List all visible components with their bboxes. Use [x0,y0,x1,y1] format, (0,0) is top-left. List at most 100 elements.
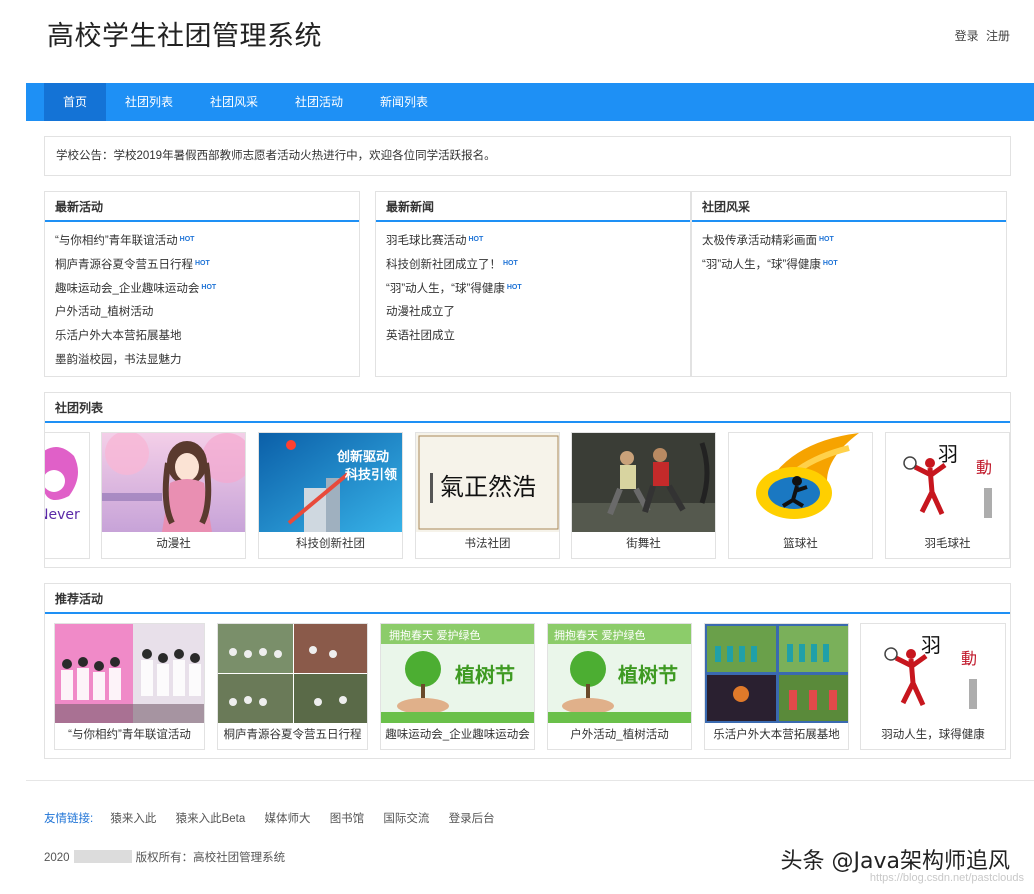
copyright: 2020 版权所有：高校社团管理系统 [44,849,285,865]
list-item[interactable]: “羽”动人生，“球”得健康 HOT [702,252,996,276]
list-item-text: “羽”动人生，“球”得健康 [386,283,505,295]
copyright-text: 版权所有：高校社团管理系统 [135,852,286,864]
copyright-year: 2020 [44,852,70,864]
hot-badge: HOT [201,284,217,291]
logo-text: Never [45,507,80,523]
club-style-panel: 社团风采 太极传承活动精彩画面 HOT “羽”动人生，“球”得健康 HOT [691,191,1007,377]
list-item-text: 太极传承活动精彩画面 [702,235,817,247]
club-card[interactable]: Never [45,432,90,559]
main-nav: 首页 社团列表 社团风采 社团活动 新闻列表 [26,83,1034,121]
hot-badge: HOT [506,284,522,291]
register-link[interactable]: 注册 [986,29,1010,43]
nav-item-club-activities[interactable]: 社团活动 [284,83,354,121]
friend-link[interactable]: 猿来入此Beta [176,813,246,825]
activity-name: 乐活户外大本营拓展基地 [713,729,840,741]
club-card[interactable]: 篮球社 [728,432,873,559]
club-name: 街舞社 [626,538,661,550]
list-item-text: 乐活户外大本营拓展基地 [55,330,182,342]
club-name [45,530,89,558]
activity-list: “与你相约”青年联谊活动 HOT 桐庐青源谷夏令营五日行程 HOT 趣味运动会_企业趣味… [45,222,359,378]
list-item-text: 趣味运动会_企业趣味运动会 [55,283,200,295]
login-link[interactable]: 登录 [955,29,979,43]
activity-thumb: 拥抱春天 爱护绿色 植树节 [548,624,691,723]
list-item[interactable]: 乐活户外大本营拓展基地 [55,324,349,348]
list-item[interactable]: 墨韵溢校园，书法显魅力 [55,348,349,372]
activity-thumb: 羽 動 [861,624,1005,723]
list-item[interactable]: 户外活动_植树活动 [55,300,349,324]
nav-item-club-style[interactable]: 社团风采 [199,83,269,121]
nav-item-club-list[interactable]: 社团列表 [114,83,184,121]
activity-card[interactable]: “与你相约”青年联谊活动 [54,623,205,750]
list-item[interactable]: “与你相约”青年联谊活动 HOT [55,228,349,252]
auth-links: 登录 注册 [951,27,1010,44]
watermark-text: 头条 @Java架构师追风 [780,849,1010,874]
hot-badge: HOT [503,260,518,267]
hot-badge: HOT [822,260,838,267]
club-thumb: 创新驱动 科技引领 [259,433,402,532]
activity-card[interactable]: 乐活户外大本营拓展基地 [704,623,849,750]
activity-thumb [218,624,367,723]
activity-name: 桐庐青源谷夏令营五日行程 [223,729,362,741]
club-name: 科技创新社团 [296,538,365,550]
friend-link[interactable]: 媒体师大 [264,813,310,825]
list-item-text: 羽毛球比赛活动 [386,235,467,247]
list-item-text: “羽”动人生，“球”得健康 [702,259,821,271]
nav-item-home[interactable]: 首页 [44,83,106,121]
hot-badge: HOT [195,260,210,267]
list-item-text: 英语社团成立 [386,330,455,342]
friend-link[interactable]: 图书馆 [330,813,365,825]
activity-card[interactable]: 桐庐青源谷夏令营五日行程 [217,623,368,750]
list-item[interactable]: “羽”动人生，“球”得健康 HOT [386,276,680,300]
list-item[interactable]: 英语社团成立 [386,324,680,348]
club-card[interactable]: 氣正然浩 书法社团 [415,432,560,559]
svg-text:创新驱动: 创新驱动 [336,449,389,465]
svg-text:動: 動 [961,649,977,668]
hot-badge: HOT [179,236,195,243]
list-item[interactable]: 桐庐青源谷夏令营五日行程 HOT [55,252,349,276]
svg-text:科技引领: 科技引领 [345,467,397,483]
friend-link[interactable]: 猿来入此 [110,813,156,825]
activity-thumb [705,624,848,723]
panel-title: 最新活动 [45,192,359,222]
school-notice: 学校公告：学校2019年暑假西部教师志愿者活动火热进行中，欢迎各位同学活跃报名。 [44,136,1011,176]
friend-links-label: 友情链接: [44,813,94,825]
list-item[interactable]: 太极传承活动精彩画面 HOT [702,228,996,252]
svg-text:拥抱春天 爱护绿色: 拥抱春天 爱护绿色 [554,628,646,642]
news-list: 羽毛球比赛活动 HOT 科技创新社团成立了！ HOT “羽”动人生，“球”得健康 HOT 动… [376,222,690,354]
latest-news-panel: 最新新闻 羽毛球比赛活动 HOT 科技创新社团成立了！ HOT “羽”动人生，“球”得健… [375,191,691,377]
club-card[interactable]: 羽 動 羽毛球社 [885,432,1010,559]
friend-link[interactable]: 国际交流 [383,813,429,825]
activity-card[interactable]: 拥抱春天 爱护绿色 植树节 趣味运动会_企业趣味运动会 [380,623,535,750]
footer-divider [26,780,1034,781]
club-name: 羽毛球社 [924,538,971,550]
club-name: 篮球社 [783,538,818,550]
club-card[interactable]: 街舞社 [571,432,716,559]
list-item-text: “与你相约”青年联谊活动 [55,235,178,247]
style-list: 太极传承活动精彩画面 HOT “羽”动人生，“球”得健康 HOT [692,222,1006,282]
svg-text:羽: 羽 [938,442,958,466]
activity-card[interactable]: 羽 動 羽动人生，球得健康 [860,623,1006,750]
panel-title: 社团风采 [692,192,1006,222]
watermark-url: https://blog.csdn.net/pastclouds [869,872,1024,884]
list-item[interactable]: 趣味运动会_企业趣味运动会 HOT [55,276,349,300]
list-item-text: 科技创新社团成立了！ [386,259,501,271]
club-card[interactable]: 创新驱动 科技引领 科技创新社团 [258,432,403,559]
activity-card[interactable]: 拥抱春天 爱护绿色 植树节 户外活动_植树活动 [547,623,692,750]
club-card[interactable]: 动漫社 [101,432,246,559]
hot-badge: HOT [819,236,834,243]
list-item[interactable]: 科技创新社团成立了！ HOT [386,252,680,276]
club-name: 动漫社 [156,538,191,550]
club-thumb [572,433,715,532]
panel-title: 社团列表 [45,393,1010,423]
admin-login-link[interactable]: 登录后台 [449,813,495,825]
activity-name: 羽动人生，球得健康 [881,729,985,741]
nav-item-news-list[interactable]: 新闻列表 [369,83,439,121]
list-item[interactable]: 羽毛球比赛活动 HOT [386,228,680,252]
club-thumb: 羽 動 [886,433,1009,532]
redacted-block [73,850,132,863]
activity-thumb [55,624,204,723]
latest-activities-panel: 最新活动 “与你相约”青年联谊活动 HOT 桐庐青源谷夏令营五日行程 HOT 趣味运动会… [44,191,360,377]
list-item-text: 桐庐青源谷夏令营五日行程 [55,259,193,271]
list-item[interactable]: 动漫社成立了 [386,300,680,324]
list-item-text: 动漫社成立了 [386,306,455,318]
